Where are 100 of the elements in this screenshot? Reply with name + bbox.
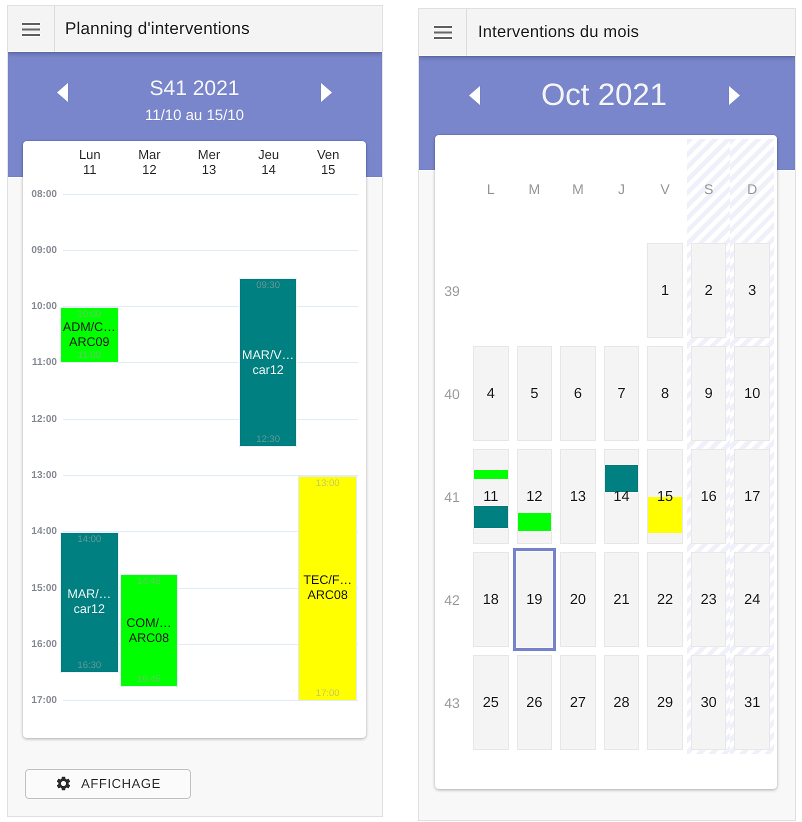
day-cell[interactable]: 17 [734, 449, 770, 544]
weekday-label: S [704, 181, 714, 197]
day-name: Mar [138, 148, 161, 162]
day-cell[interactable]: 31 [734, 655, 770, 750]
day-cell[interactable]: 7 [604, 346, 640, 441]
display-button[interactable]: AFFICHAGE [25, 768, 191, 799]
day-cell[interactable]: 12 [516, 449, 552, 544]
event-resource: ARC08 [308, 588, 348, 604]
settings-icon [55, 775, 72, 792]
day-date: 13 [202, 162, 216, 177]
hour-label: 16:00 [30, 639, 58, 650]
month-title: Oct 2021 [541, 77, 667, 113]
event-resource: car12 [252, 362, 284, 378]
day-cell[interactable]: 21 [604, 552, 640, 647]
day-cell[interactable]: 14 [604, 449, 640, 544]
hour-label: 11:00 [30, 357, 58, 368]
event-start-time: 14:00 [77, 534, 102, 545]
day-cell[interactable]: 25 [473, 655, 509, 750]
event-start-time: 10:00 [77, 308, 102, 320]
day-cell[interactable]: 23 [690, 552, 726, 647]
day-cell[interactable]: 5 [516, 346, 552, 441]
event-title: COM/… [126, 616, 172, 631]
caret-left-icon [56, 82, 68, 102]
day-cell[interactable]: 29 [647, 655, 683, 750]
day-cell[interactable]: 3 [734, 243, 770, 338]
date-range: 11/10 au 15/10 [145, 106, 244, 126]
day-name: Lun [78, 148, 101, 162]
day-cell[interactable]: 30 [690, 655, 726, 750]
weekday-label: M [572, 181, 584, 197]
event-block[interactable]: 09:30 MAR/V… car12 12:30 [238, 278, 298, 448]
caret-right-icon [321, 82, 332, 102]
day-cell[interactable]: 27 [560, 655, 596, 750]
day-cell[interactable]: 13 [560, 449, 596, 544]
week-number: 43 [444, 694, 460, 710]
page-title: Interventions du mois [477, 23, 640, 42]
week-number: 41 [444, 488, 460, 504]
day-cell[interactable]: 19 [512, 548, 556, 651]
day-name: Ven [316, 148, 340, 162]
week-title: S41 2021 [150, 76, 240, 102]
day-cell[interactable]: 16 [690, 449, 726, 544]
event-end-time: 12:30 [256, 434, 280, 446]
event-end-time: 11:00 [78, 350, 101, 361]
day-cell[interactable]: 8 [647, 346, 683, 441]
hour-label: 17:00 [30, 695, 58, 706]
event-end-time: 16:30 [77, 660, 102, 671]
hour-label: 14:00 [30, 526, 58, 538]
day-cell[interactable]: 24 [734, 552, 770, 647]
event-title: TEC/F… [303, 573, 352, 588]
day-cell[interactable]: 9 [690, 346, 726, 441]
hour-label: 15:00 [30, 582, 58, 594]
day-cell[interactable]: 15 [647, 449, 683, 544]
weekday-label: L [486, 181, 495, 197]
event-block[interactable]: 14:00 MAR/… car12 16:30 [60, 532, 119, 673]
day-cell[interactable]: 2 [690, 243, 726, 338]
hour-label: 09:00 [30, 244, 58, 256]
event-end-time: 17:00 [316, 688, 340, 699]
weekday-label: J [618, 181, 625, 197]
caret-left-icon [468, 86, 480, 104]
day-date: 15 [320, 162, 336, 177]
day-cell[interactable]: 26 [516, 655, 552, 750]
menu-icon [22, 22, 40, 36]
day-cell[interactable]: 20 [560, 552, 596, 647]
week-number: 40 [444, 386, 460, 402]
event-resource: ARC08 [128, 630, 170, 646]
event-block[interactable]: 14:45 COM/… ARC08 16:45 [120, 574, 178, 687]
menu-icon [434, 26, 452, 39]
event-start-time: 09:30 [256, 280, 280, 292]
day-cell[interactable]: 10 [734, 346, 770, 441]
week-number: 42 [444, 592, 460, 608]
day-cell[interactable]: 11 [473, 449, 509, 544]
day-name: Jeu [258, 148, 280, 162]
weekday-label: V [660, 181, 670, 197]
event-start-time: 13:00 [316, 478, 340, 489]
event-block[interactable]: 10:00 ADM/C… ARC09 11:00 [60, 306, 119, 363]
hour-label: 10:00 [30, 301, 58, 312]
day-date: 12 [142, 162, 157, 177]
day-cell[interactable]: 18 [473, 552, 509, 647]
hour-label: 08:00 [30, 188, 58, 200]
caret-right-icon [728, 86, 740, 104]
event-start-time: 14:45 [137, 576, 161, 588]
event-title: MAR/V… [242, 348, 294, 363]
weekday-label: M [528, 181, 540, 197]
week-number: 39 [444, 282, 460, 298]
day-date: 14 [261, 162, 276, 177]
day-cell[interactable]: 1 [647, 243, 683, 338]
event-resource: ARC09 [69, 334, 110, 350]
event-end-time: 16:45 [137, 674, 161, 685]
day-cell[interactable]: 28 [604, 655, 640, 750]
hour-label: 13:00 [30, 470, 58, 482]
day-cell[interactable]: 22 [647, 552, 683, 647]
day-date: 11 [83, 162, 97, 177]
day-cell[interactable]: 4 [473, 346, 509, 441]
page-title: Planning d'interventions [64, 19, 250, 39]
weekday-label: D [747, 181, 758, 197]
day-cell[interactable]: 6 [560, 346, 596, 441]
event-title: ADM/C… [62, 320, 116, 335]
day-name: Mer [198, 148, 220, 162]
event-block[interactable]: 13:00 TEC/F… ARC08 17:00 [298, 476, 357, 701]
event-resource: car12 [74, 602, 105, 618]
hour-label: 12:00 [30, 414, 58, 425]
